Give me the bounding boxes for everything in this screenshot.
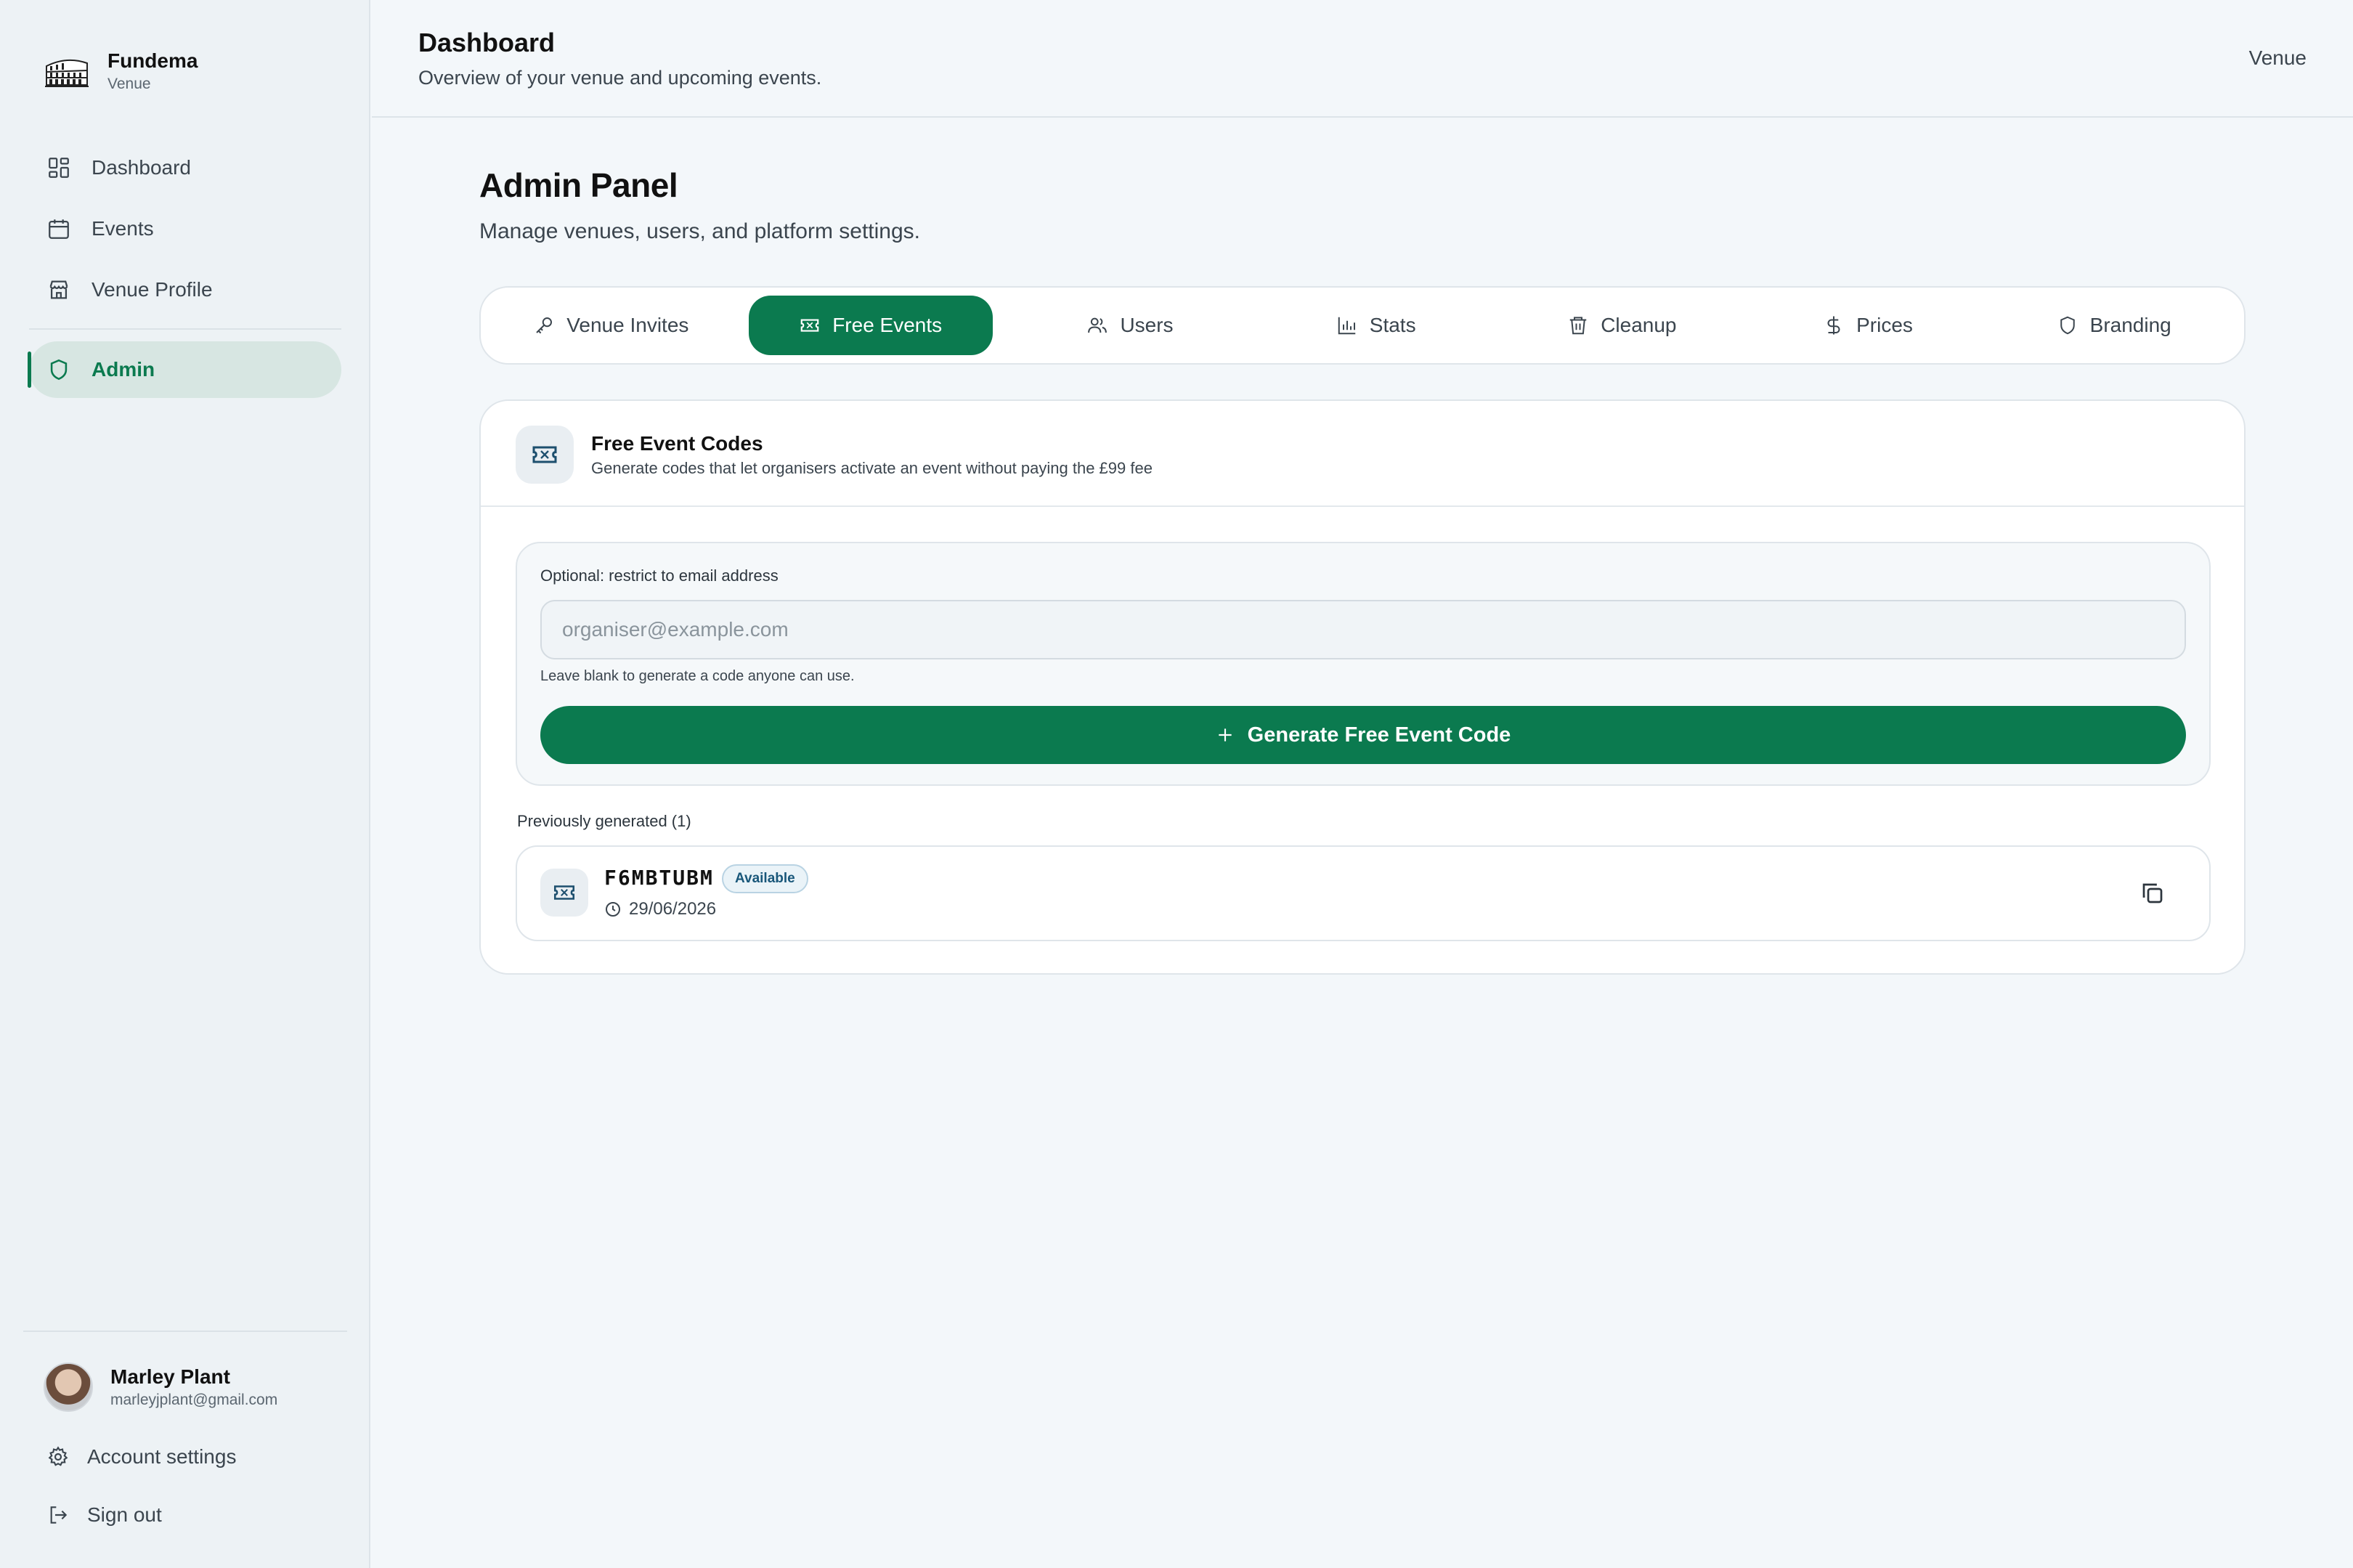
dashboard-grid-icon (49, 158, 69, 178)
tab-branding[interactable]: Branding (1991, 296, 2237, 355)
previous-codes-label: Previously generated (1) (517, 812, 691, 830)
brand-name: Fundema (107, 49, 198, 72)
copy-icon[interactable] (2139, 880, 2166, 906)
list-item: F6MBTUBM Available 29/06/2026 (516, 845, 2211, 941)
shield-icon (50, 359, 68, 381)
gear-icon (48, 1446, 68, 1466)
code-icon-badge (540, 869, 588, 917)
status-badge: Available (722, 864, 808, 893)
user-email: marleyjplant@gmail.com (110, 1392, 278, 1408)
user-name: Marley Plant (110, 1365, 230, 1388)
ticket-icon (532, 446, 557, 463)
calendar-icon (49, 219, 69, 239)
key-icon (536, 317, 553, 334)
account-settings-link[interactable]: Account settings (46, 1445, 236, 1469)
shield-icon (2060, 316, 2075, 335)
brand-subtitle: Venue (107, 76, 151, 92)
tab-label: Branding (2089, 314, 2171, 336)
tab-label: Prices (1856, 314, 1913, 336)
card-header: Free Event Codes Generate codes that let… (516, 426, 1153, 484)
tab-free-events[interactable]: Free Events (748, 296, 993, 355)
sidebar-item-label: Dashboard (92, 156, 191, 179)
top-header: Dashboard Overview of your venue and upc… (372, 0, 2353, 118)
tab-label: Venue Invites (566, 314, 689, 336)
page-header-title: Dashboard (418, 28, 556, 57)
event-code: F6MBTUBM (604, 866, 714, 890)
sidebar: Fundema Venue Dashboard Events Venue Pro… (0, 0, 370, 1568)
nav-divider (29, 328, 341, 330)
sign-out-link[interactable]: Sign out (46, 1503, 162, 1527)
sign-out-icon (50, 1506, 68, 1524)
sidebar-item-venue-profile[interactable]: Venue Profile (29, 261, 341, 318)
brand[interactable]: Fundema Venue (44, 48, 198, 94)
card-icon-badge (516, 426, 574, 484)
sidebar-item-label: Events (92, 217, 154, 240)
sidebar-item-dashboard[interactable]: Dashboard (29, 139, 341, 196)
clock-icon (606, 902, 620, 917)
sidebar-item-events[interactable]: Events (29, 200, 341, 257)
card-divider (481, 505, 2244, 507)
sidebar-item-label: Venue Profile (92, 278, 213, 301)
colosseum-logo-icon (45, 59, 89, 87)
bar-chart-icon (1338, 317, 1356, 335)
role-indicator: Venue (2248, 46, 2307, 69)
admin-tabs: Venue Invites Free Events Users Stats Cl… (479, 286, 2246, 365)
generate-code-label: Generate Free Event Code (1247, 723, 1511, 747)
dollar-icon (1827, 316, 1840, 335)
email-field-label: Optional: restrict to email address (540, 566, 779, 585)
code-date-text: 29/06/2026 (629, 899, 717, 919)
generate-code-button[interactable]: Generate Free Event Code (540, 706, 2186, 764)
email-help-text: Leave blank to generate a code anyone ca… (540, 668, 855, 684)
free-event-codes-card: Free Event Codes Generate codes that let… (479, 399, 2246, 975)
sidebar-item-admin[interactable]: Admin (28, 341, 341, 398)
sidebar-nav: Dashboard Events Venue Profile Admin (28, 139, 341, 402)
tab-prices[interactable]: Prices (1745, 296, 1991, 355)
account-settings-label: Account settings (87, 1445, 237, 1468)
user-profile[interactable]: Marley Plant marleyjplant@gmail.com (44, 1362, 277, 1412)
sidebar-footer-divider (23, 1331, 347, 1332)
page-title: Admin Panel (479, 166, 678, 204)
plus-icon (1219, 728, 1232, 742)
tab-venue-invites[interactable]: Venue Invites (488, 296, 734, 355)
sidebar-item-label: Admin (92, 358, 155, 381)
ticket-icon (800, 319, 819, 332)
tab-label: Stats (1369, 314, 1416, 336)
card-description: Generate codes that let organisers activ… (591, 459, 1153, 477)
generate-form: Optional: restrict to email address Leav… (516, 542, 2211, 786)
trash-icon (1569, 317, 1587, 335)
store-icon (49, 280, 68, 299)
sign-out-label: Sign out (87, 1503, 162, 1526)
users-icon (1088, 317, 1108, 333)
card-title: Free Event Codes (591, 432, 763, 455)
email-field[interactable] (540, 600, 2186, 659)
tab-stats[interactable]: Stats (1253, 296, 1499, 355)
tab-label: Free Events (832, 314, 943, 336)
avatar (44, 1362, 93, 1412)
tab-label: Users (1120, 314, 1174, 336)
code-date: 29/06/2026 (604, 899, 716, 919)
page-header-subtitle: Overview of your venue and upcoming even… (418, 67, 822, 89)
tab-users[interactable]: Users (1007, 296, 1253, 355)
page-subtitle: Manage venues, users, and platform setti… (479, 219, 921, 243)
ticket-icon (553, 885, 575, 900)
tab-label: Cleanup (1601, 314, 1677, 336)
tab-cleanup[interactable]: Cleanup (1499, 296, 1745, 355)
